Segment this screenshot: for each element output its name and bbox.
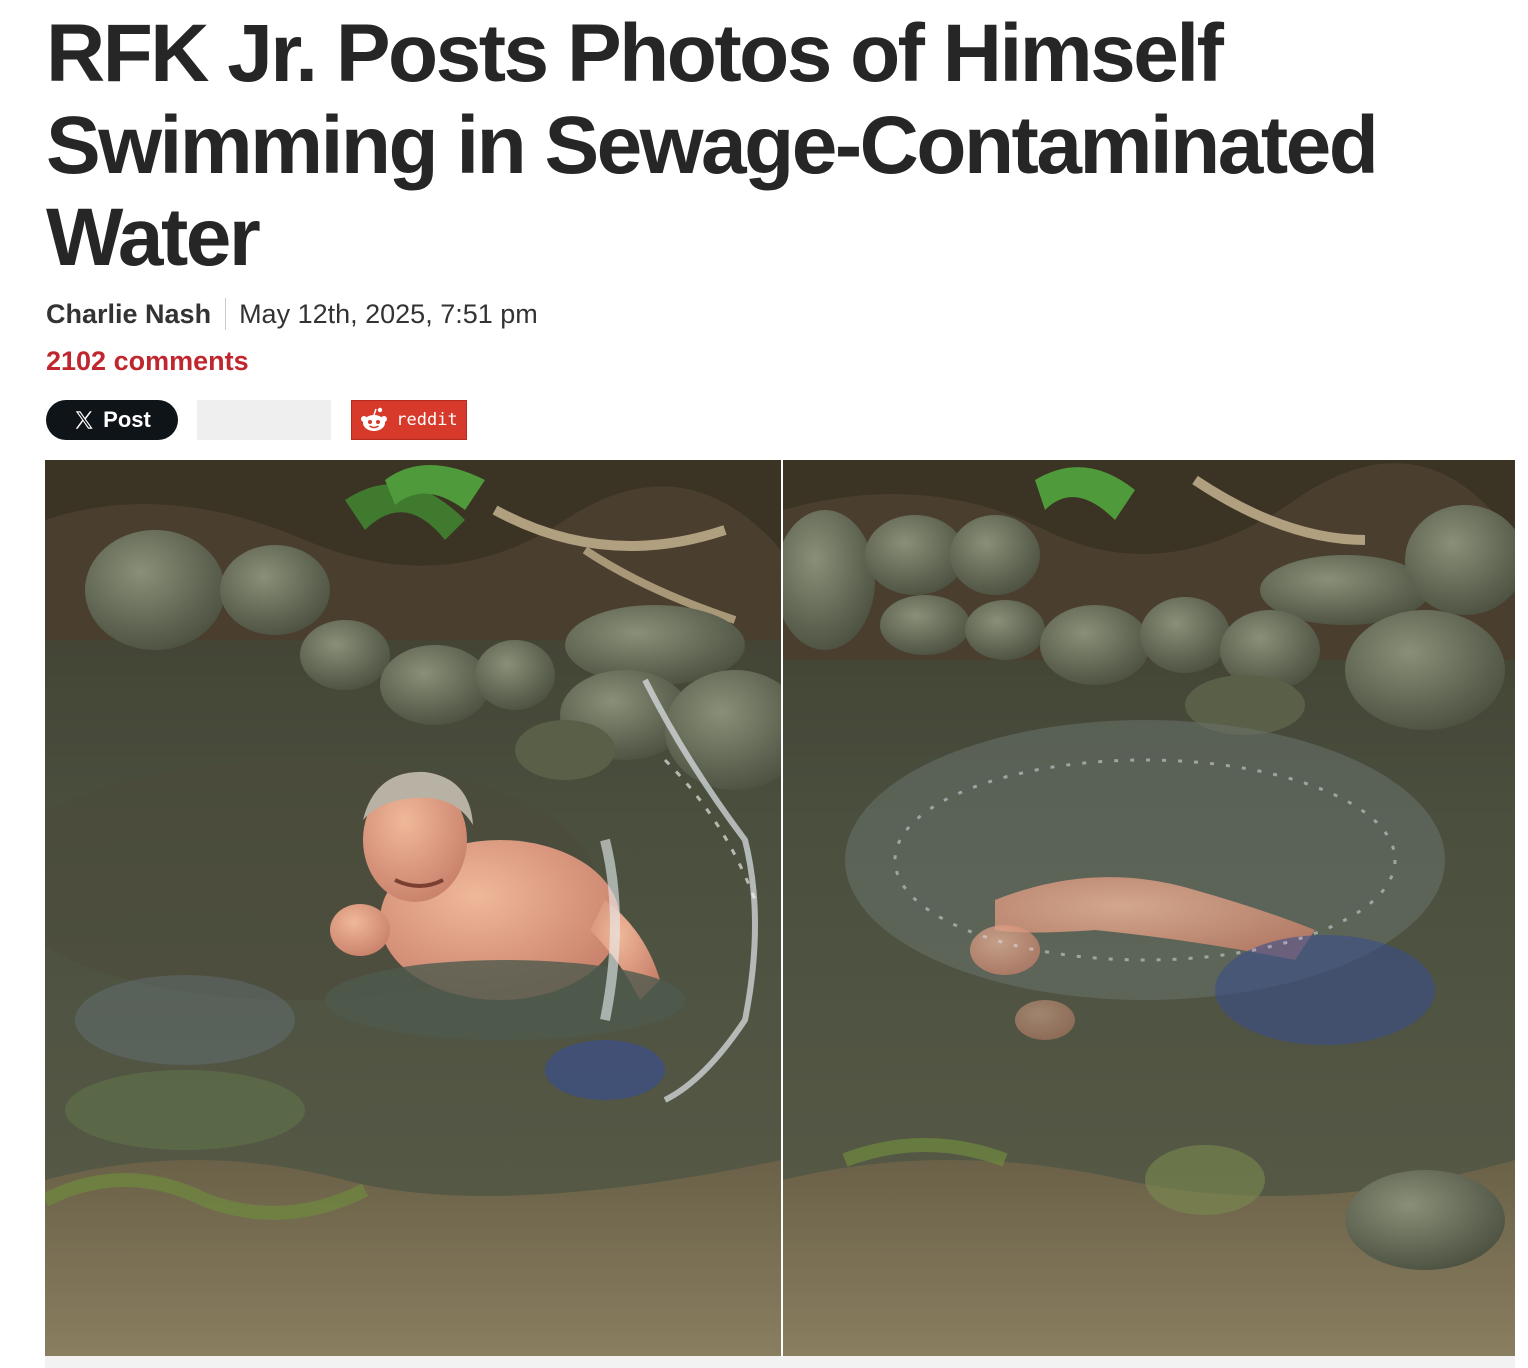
- photo-panel-right: [783, 460, 1515, 1356]
- x-post-button[interactable]: Post: [46, 400, 178, 440]
- article-headline: RFK Jr. Posts Photos of Himself Swimming…: [46, 8, 1379, 283]
- comments-link[interactable]: 2102 comments: [46, 346, 249, 377]
- byline-divider: [225, 298, 227, 330]
- reddit-share-button[interactable]: reddit: [351, 400, 467, 440]
- reddit-label: reddit: [396, 410, 458, 430]
- share-button-placeholder[interactable]: [197, 400, 331, 440]
- byline: Charlie Nash May 12th, 2025, 7:51 pm: [46, 294, 538, 334]
- x-post-label: Post: [103, 407, 151, 432]
- author-name[interactable]: Charlie Nash: [46, 299, 211, 330]
- article-photo: [45, 460, 1515, 1356]
- reddit-alien-icon: [361, 407, 388, 431]
- caption-strip: [45, 1356, 1515, 1368]
- publish-date: May 12th, 2025, 7:51 pm: [239, 298, 538, 329]
- x-logo-icon: [75, 411, 93, 429]
- photo-panel-left: [45, 460, 781, 1356]
